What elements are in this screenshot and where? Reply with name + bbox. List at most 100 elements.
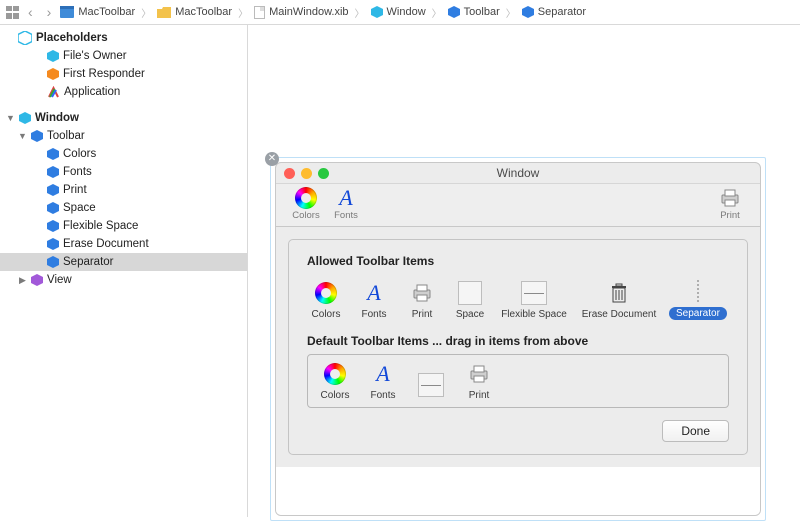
cube-icon [47, 220, 59, 232]
toolbar-caption: Print [720, 210, 740, 221]
outline-item-space[interactable]: Space [0, 199, 247, 217]
outline-item-separator[interactable]: Separator [0, 253, 247, 271]
item-caption: Colors [321, 390, 350, 401]
item-caption: Fonts [370, 390, 395, 401]
crumb-label: MainWindow.xib [269, 6, 348, 18]
item-caption: Separator [669, 307, 727, 320]
outline-files-owner[interactable]: File's Owner [0, 47, 247, 65]
palette-item-colors[interactable]: Colors [307, 280, 345, 320]
crumb-window[interactable]: Window [371, 6, 426, 18]
fonts-icon: A [376, 363, 389, 385]
outline-header-window[interactable]: ▼ Window [0, 109, 247, 127]
outline-label: Flexible Space [63, 220, 138, 232]
separator-icon [697, 280, 699, 302]
project-icon [60, 6, 74, 18]
default-items-box[interactable]: Colors A Fonts Print [307, 354, 729, 408]
palette-item-print[interactable]: Print [403, 280, 441, 320]
window-object[interactable]: ✕ Window Colors A [270, 157, 766, 521]
palette-item-fonts[interactable]: AFonts [355, 280, 393, 320]
flexible-space-icon [521, 281, 547, 305]
outline-first-responder[interactable]: First Responder [0, 65, 247, 83]
allowed-items-row[interactable]: Colors AFonts Print Space Flexible Space… [307, 274, 729, 334]
outline-label: Print [63, 184, 87, 196]
outline-view[interactable]: ▶ View [0, 271, 247, 289]
zoom-light-icon[interactable] [318, 168, 329, 179]
printer-icon [466, 361, 492, 387]
outline-label: Fonts [63, 166, 92, 178]
outline-header-placeholders[interactable]: Placeholders [0, 29, 247, 47]
breadcrumb-bar: ‹ › MacToolbar 〉 MacToolbar 〉 MainWindow… [0, 0, 800, 25]
cube-icon [47, 50, 59, 62]
colorwheel-icon [315, 282, 337, 304]
window-title: Window [276, 163, 760, 184]
default-item-fonts[interactable]: A Fonts [364, 361, 402, 401]
toolbar-item-fonts[interactable]: A Fonts [326, 186, 366, 221]
palette-item-erase[interactable]: Erase Document [579, 280, 659, 320]
disclosure-icon[interactable]: ▼ [18, 131, 27, 141]
crumb-xib[interactable]: MainWindow.xib [254, 6, 348, 19]
outline-label: First Responder [63, 68, 145, 80]
printer-icon [718, 186, 742, 210]
palette-item-separator[interactable]: Separator [669, 278, 727, 320]
cube-icon [371, 6, 383, 18]
application-icon [47, 86, 60, 99]
done-button[interactable]: Done [662, 420, 729, 442]
crumb-separator[interactable]: Separator [522, 6, 586, 18]
default-item-flexspace[interactable] [412, 372, 450, 401]
xib-icon [254, 6, 265, 19]
toolbar-caption: Colors [292, 210, 319, 221]
chevron-right-icon: 〉 [353, 5, 367, 20]
outline-sidebar[interactable]: Placeholders File's Owner First Responde… [0, 25, 248, 517]
outline-item-colors[interactable]: Colors [0, 145, 247, 163]
crumb-label: Separator [538, 6, 586, 18]
outline-item-fonts[interactable]: Fonts [0, 163, 247, 181]
outline-label: Erase Document [63, 238, 149, 250]
layout-grid-icon[interactable] [6, 6, 19, 19]
space-icon [458, 281, 482, 305]
outline-label: Colors [63, 148, 96, 160]
fonts-icon: A [339, 187, 352, 209]
colorwheel-icon [324, 363, 346, 385]
outline-label: Separator [63, 256, 114, 268]
fonts-icon: A [367, 282, 380, 304]
toolbar-item-print[interactable]: Print [710, 186, 750, 221]
default-item-print[interactable]: Print [460, 361, 498, 401]
window-toolbar[interactable]: Colors A Fonts Print [276, 184, 760, 227]
outline-label: Placeholders [36, 32, 108, 44]
chevron-right-icon: 〉 [139, 5, 153, 20]
nav-forward[interactable]: › [42, 4, 57, 20]
outline-label: Application [64, 86, 120, 98]
outline-item-erase[interactable]: Erase Document [0, 235, 247, 253]
minimize-light-icon[interactable] [301, 168, 312, 179]
close-light-icon[interactable] [284, 168, 295, 179]
outline-label: Toolbar [47, 130, 85, 142]
nav-back[interactable]: ‹ [23, 4, 38, 20]
colorwheel-icon [295, 187, 317, 209]
ib-canvas[interactable]: ✕ Window Colors A [248, 25, 800, 517]
outline-toolbar[interactable]: ▼ Toolbar [0, 127, 247, 145]
disclosure-icon[interactable]: ▶ [18, 275, 27, 286]
placeholders-icon [18, 31, 32, 45]
cube-icon [47, 202, 59, 214]
mock-window: Window Colors A Fonts Print [275, 162, 761, 516]
outline-item-flexspace[interactable]: Flexible Space [0, 217, 247, 235]
cube-icon [47, 256, 59, 268]
crumb-project[interactable]: MacToolbar [60, 6, 135, 18]
outline-application[interactable]: Application [0, 83, 247, 101]
palette-item-flexspace[interactable]: Flexible Space [499, 280, 569, 320]
crumb-toolbar[interactable]: Toolbar [448, 6, 500, 18]
outline-item-print[interactable]: Print [0, 181, 247, 199]
window-titlebar: Window [276, 163, 760, 184]
crumb-label: MacToolbar [175, 6, 232, 18]
toolbar-item-colors[interactable]: Colors [286, 186, 326, 221]
crumb-folder[interactable]: MacToolbar [157, 6, 232, 18]
chevron-right-icon: 〉 [504, 5, 518, 20]
item-caption: Erase Document [582, 309, 656, 320]
cube-icon [47, 166, 59, 178]
disclosure-icon[interactable]: ▼ [6, 113, 15, 123]
allowed-items-header: Allowed Toolbar Items [307, 254, 729, 268]
item-caption: Print [469, 390, 490, 401]
palette-item-space[interactable]: Space [451, 280, 489, 320]
item-caption: Print [412, 309, 433, 320]
default-item-colors[interactable]: Colors [316, 361, 354, 401]
